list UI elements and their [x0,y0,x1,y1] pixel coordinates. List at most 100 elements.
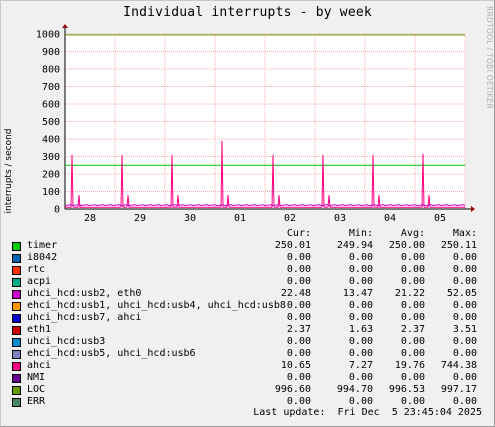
legend-max-value: 52.05 [446,288,477,299]
legend-swatch [12,386,21,395]
legend-row: eth1 2.37 1.63 2.37 3.51 [0,324,495,336]
x-tick-label: 30 [184,213,196,224]
legend-cur-value: 250.01 [274,240,311,251]
legend-row: uhci_hcd:usb2, eth0 22.48 13.47 21.22 52.05 [0,288,495,300]
legend-min-value: 0.00 [348,372,373,383]
x-tick-label: 02 [284,213,296,224]
header-avg: Avg: [400,228,425,239]
legend-row: NMI 0.00 0.00 0.00 0.00 [0,372,495,384]
legend-avg-value: 0.00 [400,372,425,383]
legend-min-value: 0.00 [348,336,373,347]
legend-cur-value: 996.60 [274,384,311,395]
legend-series-name: ERR [27,396,46,407]
legend-avg-value: 2.37 [400,324,425,335]
legend-swatch [12,326,21,335]
legend-row: timer 250.01 249.94 250.00 250.11 [0,240,495,252]
legend-cur-value: 0.00 [286,348,311,359]
x-tick-label: 01 [234,213,246,224]
legend-min-value: 994.70 [336,384,373,395]
y-tick-label: 700 [42,82,60,93]
legend-swatch [12,266,21,275]
legend-series-name: timer [27,240,58,251]
legend-max-value: 0.00 [452,372,477,383]
legend-cur-value: 0.00 [286,336,311,347]
y-tick-label: 300 [42,152,60,163]
legend-min-value: 0.00 [348,348,373,359]
x-tick-label: 05 [434,213,446,224]
legend-cur-value: 0.00 [286,264,311,275]
legend-row: uhci_hcd:usb7, ahci 0.00 0.00 0.00 0.00 [0,312,495,324]
legend-avg-value: 0.00 [400,300,425,311]
legend-max-value: 0.00 [452,276,477,287]
legend-swatch [12,278,21,287]
legend-avg-value: 21.22 [394,288,425,299]
x-tick-label: 28 [84,213,96,224]
legend-min-value: 13.47 [342,288,373,299]
legend-min-value: 249.94 [336,240,373,251]
legend-row: LOC 996.60 994.70 996.53 997.17 [0,384,495,396]
legend-swatch [12,374,21,383]
x-tick-label: 29 [134,213,146,224]
legend-avg-value: 0.00 [400,264,425,275]
legend-series-name: acpi [27,276,52,287]
legend-cur-value: 10.65 [280,360,311,371]
legend-row: uhci_hcd:usb3 0.00 0.00 0.00 0.00 [0,336,495,348]
legend-max-value: 3.51 [452,324,477,335]
legend-cur-value: 0.00 [286,372,311,383]
legend-avg-value: 0.00 [400,276,425,287]
y-tick-label: 0 [54,205,60,216]
legend-max-value: 0.00 [452,300,477,311]
last-update: Last update: Fri Dec 5 23:45:04 2025 [253,407,482,418]
y-tick-label: 400 [42,135,60,146]
legend-cur-value: 0.00 [286,252,311,263]
legend-avg-value: 996.53 [388,384,425,395]
legend-avg-value: 0.00 [400,336,425,347]
legend-min-value: 1.63 [348,324,373,335]
legend-swatch [12,398,21,407]
y-tick-label: 600 [42,100,60,111]
legend-series-name: uhci_hcd:usb3 [27,336,106,347]
legend-avg-value: 250.00 [388,240,425,251]
legend-max-value: 0.00 [452,312,477,323]
legend-swatch [12,290,21,299]
legend-series-name: ehci_hcd:usb5, uhci_hcd:usb6 [27,348,196,359]
legend-min-value: 0.00 [348,312,373,323]
y-axis-arrow [62,24,68,28]
x-axis-arrow [471,206,475,212]
legend-avg-value: 19.76 [394,360,425,371]
legend-header: Cur: Min: Avg: Max: [0,228,495,240]
legend-swatch [12,362,21,371]
x-tick-label: 03 [334,213,346,224]
legend-swatch [12,314,21,323]
header-max: Max: [452,228,477,239]
legend-min-value: 0.00 [348,252,373,263]
legend-series-name: eth1 [27,324,52,335]
legend-max-value: 250.11 [440,240,477,251]
legend-cur-value: 22.48 [280,288,311,299]
legend-swatch [12,254,21,263]
y-tick-label: 100 [42,187,60,198]
legend-avg-value: 0.00 [400,312,425,323]
legend-series-name: uhci_hcd:usb7, ahci [27,312,142,323]
y-tick-label: 1000 [36,30,60,41]
legend-row: ahci 10.65 7.27 19.76 744.38 [0,360,495,372]
legend-series-name: uhci_hcd:usb2, eth0 [27,288,142,299]
x-tick-label: 04 [384,213,396,224]
legend-row: ehci_hcd:usb1, uhci_hcd:usb4, uhci_hcd:u… [0,300,495,312]
legend-swatch [12,242,21,251]
y-tick-label: 900 [42,47,60,58]
legend-swatch [12,302,21,311]
legend-cur-value: 2.37 [286,324,311,335]
y-tick-label: 200 [42,170,60,181]
header-cur: Cur: [286,228,311,239]
legend-swatch [12,350,21,359]
legend-max-value: 997.17 [440,384,477,395]
legend-swatch [12,338,21,347]
legend-cur-value: 0.00 [286,300,311,311]
legend-row: acpi 0.00 0.00 0.00 0.00 [0,276,495,288]
plot-area: 0 100 200 300 400 500 600 700 800 900 1000 28 29 30 01… [36,24,475,224]
y-tick-label: 500 [42,117,60,128]
legend-min-value: 0.00 [348,276,373,287]
legend-min-value: 7.27 [348,360,373,371]
legend-avg-value: 0.00 [400,348,425,359]
